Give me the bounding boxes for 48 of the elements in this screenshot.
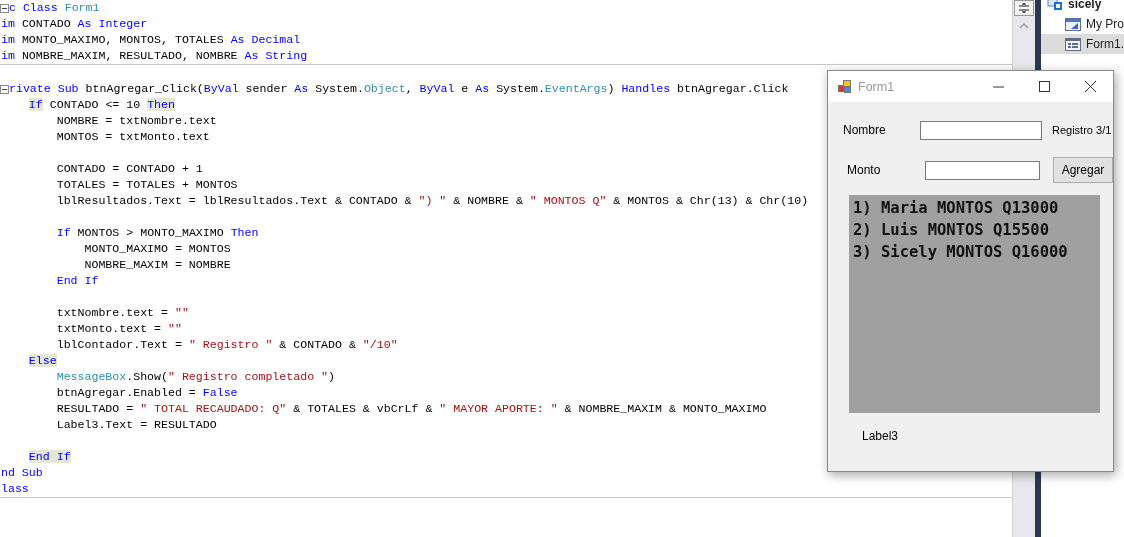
code-line: txtNombre.text = ""	[55, 305, 189, 321]
field-label: Nombre	[842, 123, 887, 137]
properties-icon	[1065, 17, 1081, 31]
code-line: TOTALES = TOTALES + MONTOS	[55, 177, 238, 193]
collapse-icon[interactable]	[0, 84, 9, 94]
app-icon	[838, 79, 852, 94]
input-field[interactable]	[925, 160, 1040, 180]
code-line: btnAgregar.Enabled = False	[55, 385, 238, 401]
code-line: lblContador.Text = " Registro " & CONTADO & "/10"	[55, 337, 398, 353]
code-line: If CONTADO <= 10 Then	[27, 97, 175, 113]
window-title: Form1	[858, 79, 895, 94]
code-line: im CONTADO As Integer	[1, 16, 148, 32]
field-label: Monto	[846, 163, 882, 177]
form-icon	[1065, 37, 1081, 51]
split-icon[interactable]	[1014, 0, 1034, 16]
tree-item[interactable]: sicely	[1041, 0, 1124, 14]
code-line: c Class Form1	[9, 0, 100, 16]
close-icon[interactable]	[1084, 81, 1096, 92]
result-line: 2) Luis MONTOS Q15500	[853, 220, 1050, 241]
code-line: rivate Sub btnAgregar_Click(ByVal sender As System.Object, ByVal e As System.EventArgs) Handles btnAgregar.Click	[9, 81, 789, 97]
code-line: nd Sub	[1, 465, 43, 481]
code-line: MONTOS = txtMonto.text	[55, 129, 210, 145]
code-line: MONTO_MAXIMO = MONTOS	[83, 241, 231, 257]
input-field[interactable]	[920, 120, 1042, 140]
result-line: 3) Sicely MONTOS Q16000	[853, 242, 1069, 263]
code-line: RESULTADO = " TOTAL RECAUDADO: Q" & TOTALES & vbCrLf & " MAYOR APORTE: " & NOMBRE_MAXIM & MONTO_MAXIMO	[55, 401, 767, 417]
code-line: im NOMBRE_MAXIM, RESULTADO, NOMBRE As String	[1, 48, 308, 64]
code-line: CONTADO = CONTADO + 1	[55, 161, 203, 177]
minimize-icon[interactable]	[992, 85, 1004, 88]
code-line: lass	[1, 481, 29, 497]
code-line: NOMBRE = txtNombre.text	[55, 113, 217, 129]
result-line: 1) Maria MONTOS Q13000	[853, 198, 1060, 219]
code-line: NOMBRE_MAXIM = NOMBRE	[83, 257, 231, 273]
code-line: Label3.Text = RESULTADO	[55, 417, 217, 433]
scroll-up-icon[interactable]	[1019, 23, 1029, 29]
code-line: im MONTO_MAXIMO, MONTOS, TOTALES As Decimal	[1, 32, 301, 48]
code-line: txtMonto.text = ""	[55, 321, 182, 337]
footer-label: Label3	[862, 429, 899, 443]
code-line: MessageBox.Show(" Registro completado ")	[55, 369, 335, 385]
code-line: End If	[55, 273, 99, 289]
tree-item[interactable]: My Pro	[1041, 14, 1124, 34]
collapse-icon[interactable]	[0, 3, 9, 13]
counter-label: Registro 3/1	[1052, 124, 1112, 136]
code-line: lblResultados.Text = lblResultados.Text & CONTADO & ") " & NOMBRE & " MONTOS Q" & MONTOS & Chr(13) & Chr(10)	[55, 193, 809, 209]
maximize-icon[interactable]	[1038, 81, 1050, 92]
tree-item[interactable]: Form1.	[1041, 34, 1124, 54]
code-line: If MONTOS > MONTO_MAXIMO Then	[55, 225, 259, 241]
add-button[interactable]: Agregar	[1053, 157, 1113, 183]
